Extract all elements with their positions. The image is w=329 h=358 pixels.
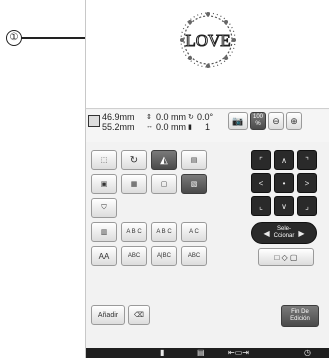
border-button[interactable]: ▦ [121,174,147,194]
zoom-out-button[interactable]: ⊖ [268,112,284,130]
arrow-left-icon: < [258,178,264,188]
love-wreath-design: LOVE [180,12,236,68]
horizontal-offset-icon: ↔ [146,123,153,130]
move-up-right-button[interactable]: ⌝ [297,150,317,170]
move-down-right-button[interactable]: ⌟ [297,196,317,216]
move-up-button[interactable]: ∧ [274,150,294,170]
add-button[interactable]: Añadir [91,305,125,325]
move-right-button[interactable]: > [297,173,317,193]
box-abc-button-3[interactable]: ABC [181,246,207,266]
duplicate-button[interactable]: ▣ [91,174,117,194]
box-abc-text-2: A|BC [157,253,171,259]
duplicate-icon: ▣ [100,181,108,188]
preview-divider [86,108,329,109]
end-edit-line1: Fin De [291,309,309,315]
arrow-up-right-icon: ⌝ [305,155,309,165]
arc-up-text: A B C [126,229,142,235]
shape-select-button[interactable]: □ ◇ ▢ [258,248,314,266]
arrow-up-icon: ∧ [281,155,287,165]
select-prev-icon: ◀ [263,228,270,238]
outline-icon: ▢ [160,181,168,188]
spacing-text: A B C [156,229,172,235]
zoom-out-icon: ⊖ [272,115,280,126]
thread-icon: ▮ [188,124,192,131]
rotate-icon: ↻ [129,154,139,166]
shape-icons: □ ◇ ▢ [274,252,298,262]
arrow-down-icon: ∨ [281,201,287,211]
width-value: 46.9mm [102,112,135,122]
move-down-left-button[interactable]: ⌞ [251,196,271,216]
zoom-level-button[interactable]: 100 % [250,112,266,130]
eraser-button[interactable]: ⌫ [128,305,150,325]
zoom-in-button[interactable]: ⊕ [286,112,302,130]
vertical-offset-icon: ⇕ [146,114,152,121]
embroidery-text: LOVE [185,31,230,50]
arrow-up-left-icon: ⌜ [259,155,263,165]
applique-button[interactable]: ⛉ [91,198,117,218]
end-edit-line2: Edición [290,316,310,322]
height-value: 55.2mm [102,122,135,132]
arrow-down-right-icon: ⌟ [305,201,309,211]
mirror-button[interactable]: ◭ [151,150,177,170]
font-style-button[interactable]: AA [91,246,117,266]
move-down-button[interactable]: ∨ [274,196,294,216]
eraser-icon: ⌫ [134,312,144,319]
palette-icon: ▥ [100,229,108,236]
move-left-button[interactable]: < [251,173,271,193]
camera-button[interactable]: 📷 [228,112,248,130]
mirror-icon: ◭ [160,154,168,166]
resize-icon: ⬚ [100,157,108,164]
box-abc-button-1[interactable]: ABC [121,246,147,266]
array-icon: ▧ [190,181,198,188]
presser-foot-icon: ⇤▭⇥ [228,348,249,357]
offset-horizontal: 0.0 mm [156,122,187,132]
font-style-text: AA [98,251,110,261]
callout-number: ① [6,30,22,46]
arrow-right-icon: > [304,178,310,188]
add-label: Añadir [97,311,119,319]
applique-icon: ⛉ [101,204,107,211]
box-abc-button-2[interactable]: A|BC [151,246,177,266]
offset-vertical: 0.0 mm [156,112,187,122]
rotate-button[interactable]: ↻ [121,150,147,170]
bottom-status-bar [86,348,329,358]
density-button[interactable]: ▤ [181,150,207,170]
palette-button[interactable]: ▥ [91,222,117,242]
select-next-icon: ▶ [298,228,305,238]
box-abc-text-3: ABC [187,253,201,259]
center-button[interactable]: • [274,173,294,193]
timer-icon: ◷ [304,348,311,357]
select-control[interactable]: ◀ Sele- Ccionar ▶ [251,222,317,244]
wave-button[interactable]: A C [181,222,207,242]
rotation-icon: ↻ [188,114,194,121]
array-button[interactable]: ▧ [181,174,207,194]
border-icon: ▦ [130,181,138,188]
spacing-button[interactable]: A B C [151,222,177,242]
box-abc-text-1: ABC [127,253,141,259]
move-up-left-button[interactable]: ⌜ [251,150,271,170]
color-count: 1 [205,122,211,132]
arc-up-button[interactable]: A B C [121,222,147,242]
resize-button[interactable]: ⬚ [91,150,117,170]
wave-text: A C [189,229,199,235]
outline-button[interactable]: ▢ [151,174,177,194]
page-icon: ▮ [160,348,165,357]
end-editing-button[interactable]: Fin De Edición [281,305,319,327]
camera-icon: 📷 [232,115,244,126]
size-icon [88,115,100,127]
picture-icon: ▤ [197,348,205,357]
arrow-down-left-icon: ⌞ [259,201,263,211]
rotation-value: 0.0° [197,112,214,122]
zoom-in-icon: ⊕ [290,115,298,126]
density-icon: ▤ [190,157,198,164]
zoom-value: 100 [252,114,263,120]
select-label: Sele- Ccionar [273,226,295,239]
zoom-unit: % [255,121,261,127]
center-dot-icon: • [282,178,286,188]
